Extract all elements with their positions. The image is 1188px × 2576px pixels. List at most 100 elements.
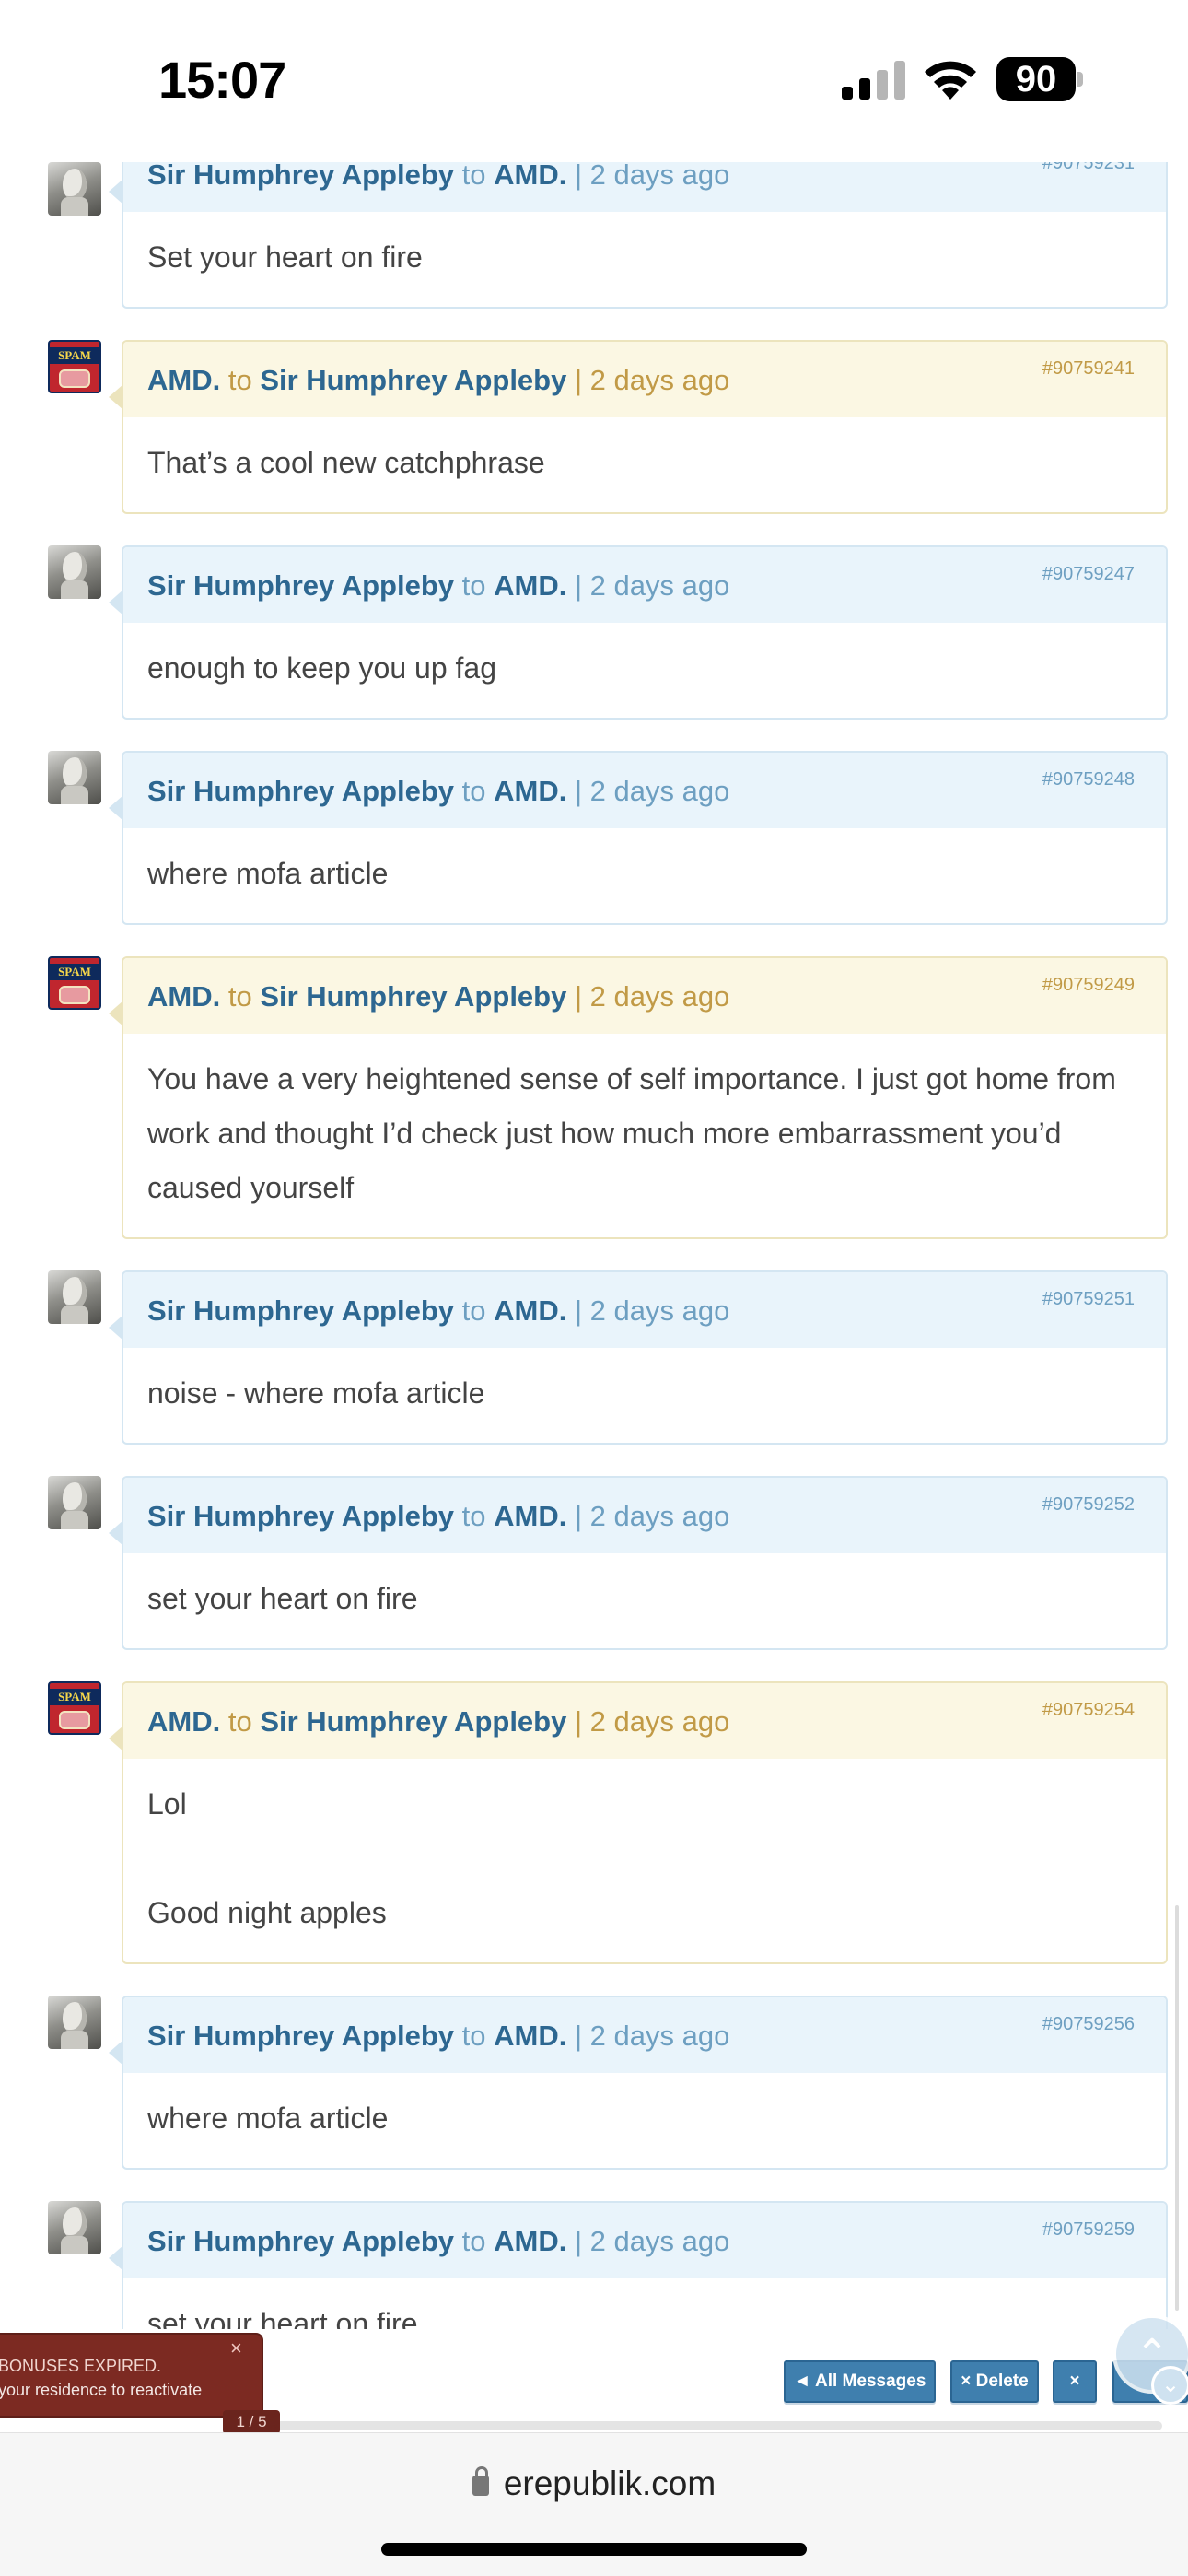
message-id-link[interactable]: #90759251 [1042, 1289, 1135, 1310]
avatar-label: SPAM [50, 1689, 99, 1705]
sender-link[interactable]: AMD. [147, 980, 220, 1013]
message-body: Lol Good night apples [123, 1759, 1166, 1962]
message-header: Sir Humphrey Appleby to AMD. | 2 days ag… [109, 162, 1166, 212]
message-bubble: AMD. to Sir Humphrey Appleby | 2 days ag… [109, 1681, 1168, 1964]
sender-link[interactable]: Sir Humphrey Appleby [147, 569, 454, 602]
message-line: enough to keep you up fag [147, 651, 496, 685]
sender-link[interactable]: Sir Humphrey Appleby [147, 1294, 454, 1327]
message-line [147, 1832, 1142, 1886]
message-header: Sir Humphrey Appleby to AMD. | 2 days ag… [109, 753, 1166, 828]
recipient-link[interactable]: AMD. [494, 569, 566, 602]
message-id-link[interactable]: #90759248 [1042, 769, 1135, 790]
humphrey-avatar[interactable] [48, 1270, 101, 1324]
message-id-link[interactable]: #90759247 [1042, 564, 1135, 585]
message-feed[interactable]: Sir Humphrey Appleby to AMD. | 2 days ag… [0, 162, 1188, 2336]
humphrey-avatar[interactable] [48, 545, 101, 599]
message-header: Sir Humphrey Appleby to AMD. | 2 days ag… [109, 2203, 1166, 2278]
humphrey-avatar[interactable] [48, 162, 101, 216]
message-header: Sir Humphrey Appleby to AMD. | 2 days ag… [109, 1272, 1166, 1348]
delete-button[interactable]: × Delete [950, 2360, 1039, 2403]
connector-text: to [461, 2020, 486, 2052]
sender-link[interactable]: Sir Humphrey Appleby [147, 2225, 454, 2257]
message-line: where mofa article [147, 857, 389, 890]
timestamp: | 2 days ago [574, 364, 730, 396]
avatar-label: SPAM [50, 347, 99, 364]
message-id-link[interactable]: #90759259 [1042, 2219, 1135, 2241]
sender-link[interactable]: Sir Humphrey Appleby [147, 162, 454, 191]
message-header: AMD. to Sir Humphrey Appleby | 2 days ag… [109, 342, 1166, 417]
message-body: Set your heart on fire [123, 212, 1166, 307]
message-header: Sir Humphrey Appleby to AMD. | 2 days ag… [109, 547, 1166, 623]
connector-text: to [227, 980, 252, 1013]
home-indicator[interactable] [381, 2543, 807, 2556]
recipient-link[interactable]: AMD. [494, 775, 566, 807]
message-header: Sir Humphrey Appleby to AMD. | 2 days ag… [109, 1478, 1166, 1553]
amd-avatar[interactable]: SPAM [48, 1681, 101, 1735]
recipient-link[interactable]: Sir Humphrey Appleby [260, 1705, 566, 1738]
wifi-icon [925, 61, 976, 100]
recipient-link[interactable]: AMD. [494, 1500, 566, 1532]
recipient-link[interactable]: AMD. [494, 2225, 566, 2257]
sender-link[interactable]: AMD. [147, 1705, 220, 1738]
message-bubble: Sir Humphrey Appleby to AMD. | 2 days ag… [109, 2201, 1168, 2336]
recipient-link[interactable]: Sir Humphrey Appleby [260, 364, 566, 396]
message-bubble: Sir Humphrey Appleby to AMD. | 2 days ag… [109, 162, 1168, 309]
recipient-link[interactable]: Sir Humphrey Appleby [260, 980, 566, 1013]
battery-level: 90 [1015, 59, 1057, 100]
connector-text: to [461, 1500, 486, 1532]
amd-avatar[interactable]: SPAM [48, 956, 101, 1010]
connector-text: to [461, 2225, 486, 2257]
battery-icon: 90 [996, 57, 1085, 101]
connector-text: to [461, 775, 486, 807]
humphrey-avatar[interactable] [48, 751, 101, 804]
message-line: caused yourself [147, 1171, 355, 1204]
connector-text: to [461, 1294, 486, 1327]
notice-pager[interactable]: 1 / 5 [223, 2410, 280, 2434]
recipient-link[interactable]: AMD. [494, 1294, 566, 1327]
message-id-link[interactable]: #90759249 [1042, 975, 1135, 996]
message-id-link[interactable]: #90759256 [1042, 2014, 1135, 2035]
message-bubble: AMD. to Sir Humphrey Appleby | 2 days ag… [109, 340, 1168, 514]
recipient-link[interactable]: AMD. [494, 2020, 566, 2052]
connector-text: to [227, 364, 252, 396]
humphrey-avatar[interactable] [48, 2201, 101, 2254]
scrollbar[interactable] [1175, 1905, 1179, 2311]
amd-avatar[interactable]: SPAM [48, 340, 101, 393]
sender-link[interactable]: Sir Humphrey Appleby [147, 2020, 454, 2052]
message-id-link[interactable]: #90759231 [1042, 162, 1135, 174]
message-line: Good night apples [147, 1896, 387, 1929]
notice-close-icon[interactable]: × [230, 2336, 242, 2360]
notice-title: BONUSES EXPIRED. [0, 2357, 162, 2375]
message-id-link[interactable]: #90759254 [1042, 1700, 1135, 1721]
signal-icon [842, 61, 905, 100]
notice-subtitle: your residence to reactivate [0, 2381, 203, 2399]
bonus-notice[interactable]: BONUSES EXPIRED. your residence to react… [0, 2333, 263, 2418]
close-button[interactable]: × [1053, 2360, 1097, 2403]
status-bar: 15:07 90 [0, 0, 1188, 162]
url-text: erepublik.com [503, 2465, 716, 2502]
humphrey-avatar[interactable] [48, 1996, 101, 2049]
message-line: Set your heart on fire [147, 240, 423, 274]
recipient-link[interactable]: AMD. [494, 162, 566, 191]
timestamp: | 2 days ago [574, 775, 730, 807]
timestamp: | 2 days ago [574, 162, 730, 191]
sender-link[interactable]: Sir Humphrey Appleby [147, 1500, 454, 1532]
avatar-label: SPAM [50, 964, 99, 980]
message-body: set your heart on fire [123, 2278, 1166, 2336]
timestamp: | 2 days ago [574, 2020, 730, 2052]
message-id-link[interactable]: #90759241 [1042, 358, 1135, 380]
humphrey-avatar[interactable] [48, 1476, 101, 1529]
all-messages-button[interactable]: ◄ All Messages [784, 2360, 936, 2403]
message-line: noise - where mofa article [147, 1376, 485, 1410]
url-display[interactable]: erepublik.com [0, 2465, 1188, 2503]
message-body: set your heart on fire [123, 1553, 1166, 1648]
message-id-link[interactable]: #90759252 [1042, 1494, 1135, 1516]
status-time: 15:07 [158, 51, 286, 109]
sender-link[interactable]: Sir Humphrey Appleby [147, 775, 454, 807]
message-bubble: Sir Humphrey Appleby to AMD. | 2 days ag… [109, 1270, 1168, 1445]
message-header: AMD. to Sir Humphrey Appleby | 2 days ag… [109, 958, 1166, 1034]
connector-text: to [461, 162, 486, 191]
message-bubble: AMD. to Sir Humphrey Appleby | 2 days ag… [109, 956, 1168, 1239]
sender-link[interactable]: AMD. [147, 364, 220, 396]
scroll-down-icon[interactable]: ⌄ [1151, 2366, 1188, 2405]
